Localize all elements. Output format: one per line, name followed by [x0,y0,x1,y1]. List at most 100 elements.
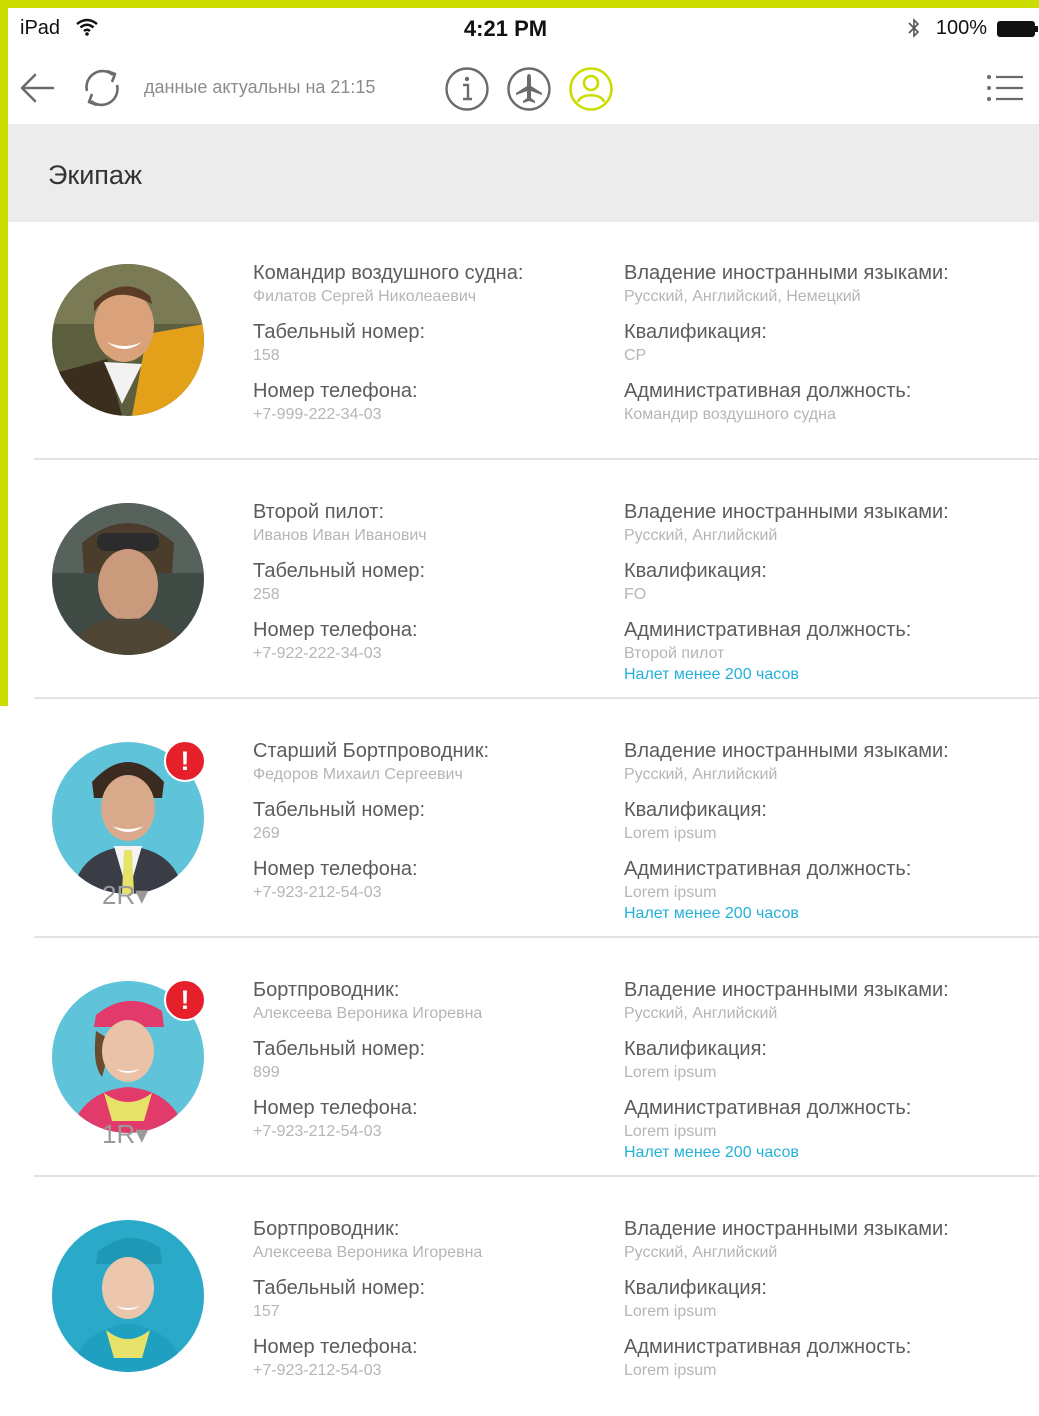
crew-info-left: Второй пилот: Иванов Иван Иванович Табел… [253,499,603,676]
crew-name: Алексеева Вероника Игоревна [253,1244,483,1261]
accent-frame-top [0,0,1039,8]
role-field: Бортпроводник: Алексеева Вероника Игорев… [253,977,603,1036]
role-label: Командир воздушного судна: [253,262,524,284]
phone-label: Номер телефона: [253,380,418,402]
languages-label: Владение иностранными языками: [624,740,949,762]
seat-dropdown[interactable]: 2R▾ [102,880,148,911]
position-field: Административная должность: Командир воз… [624,378,1034,437]
flight-hours-warning: Налет менее 200 часов [624,905,799,922]
languages-field: Владение иностранными языками: Русский, … [624,1216,1034,1275]
crew-person-icon[interactable] [568,66,614,112]
phone-label: Номер телефона: [253,858,418,880]
list-menu-icon[interactable] [984,70,1026,106]
crew-info-left: Командир воздушного судна: Филатов Серге… [253,260,603,437]
qualification-value: CP [624,347,647,364]
qualification-label: Квалификация: [624,321,767,343]
phone-value[interactable]: +7-923-212-54-03 [253,1121,603,1143]
languages-label: Владение иностранными языками: [624,979,949,1001]
qualification-label: Квалификация: [624,1038,767,1060]
phone-field: Номер телефона: +7-923-212-54-03 [253,1334,603,1393]
languages-value: Русский, Английский [624,1244,778,1261]
seat-dropdown[interactable]: 1R▾ [102,1119,148,1150]
employee-no-label: Табельный номер: [253,799,426,821]
languages-label: Владение иностранными языками: [624,501,949,523]
airplane-icon[interactable] [506,66,552,112]
phone-label: Номер телефона: [253,619,418,641]
position-label: Административная должность: [624,1097,912,1119]
crew-name: Филатов Сергей Николеаевич [253,288,477,305]
avatar[interactable] [52,503,204,655]
crew-name: Федоров Михаил Сергеевич [253,766,463,783]
phone-value[interactable]: +7-923-212-54-03 [253,882,603,904]
crew-info-right: Владение иностранными языками: Русский, … [624,260,1034,437]
position-label: Административная должность: [624,619,912,641]
position-label: Административная должность: [624,380,912,402]
qualification-field: Квалификация: Lorem ipsum [624,1036,1034,1095]
employee-no-field: Табельный номер: 158 [253,319,603,378]
languages-label: Владение иностранными языками: [624,262,949,284]
qualification-value: FO [624,586,647,603]
qualification-field: Квалификация: Lorem ipsum [624,797,1034,856]
languages-field: Владение иностранными языками: Русский, … [624,499,1034,558]
employee-no-value: 157 [253,1303,280,1320]
position-value: Lorem ipsum [624,884,717,901]
phone-value[interactable]: +7-923-212-54-03 [253,1360,603,1382]
toolbar: данные актуальны на 21:15 [8,50,1039,124]
avatar[interactable] [52,264,204,416]
back-arrow-icon[interactable] [16,66,60,110]
crew-card[interactable]: Бортпроводник: Алексеева Вероника Игорев… [8,1178,1039,1416]
employee-no-value: 899 [253,1064,280,1081]
avatar[interactable] [52,1220,204,1372]
refresh-icon[interactable] [78,64,126,112]
crew-card[interactable]: ! 2R▾ Старший Бортпроводник: Федоров Мих… [8,700,1039,938]
languages-value: Русский, Английский, Немецкий [624,288,861,305]
employee-no-value: 258 [253,586,280,603]
languages-field: Владение иностранными языками: Русский, … [624,977,1034,1036]
crew-info-right: Владение иностранными языками: Русский, … [624,1216,1034,1393]
employee-no-label: Табельный номер: [253,560,426,582]
alert-badge[interactable]: ! [164,979,206,1021]
qualification-value: Lorem ipsum [624,1303,717,1320]
employee-no-field: Табельный номер: 258 [253,558,603,617]
crew-info-left: Старший Бортпроводник: Федоров Михаил Се… [253,738,603,915]
position-field: Административная должность: Lorem ipsum [624,1334,1034,1393]
role-label: Старший Бортпроводник: [253,740,490,762]
alert-badge[interactable]: ! [164,740,206,782]
clock: 4:21 PM [463,16,548,41]
bluetooth-icon [907,17,921,44]
employee-no-field: Табельный номер: 157 [253,1275,603,1334]
crew-card[interactable]: Командир воздушного судна: Филатов Серге… [8,222,1039,460]
section-header: Экипаж [8,124,1039,222]
status-bar: iPad 4:21 PM 100% [8,8,1039,50]
qualification-label: Квалификация: [624,799,767,821]
employee-no-value: 158 [253,347,280,364]
position-label: Административная должность: [624,1336,912,1358]
languages-value: Русский, Английский [624,1005,778,1022]
crew-card[interactable]: ! 1R▾ Бортпроводник: Алексеева Вероника … [8,939,1039,1177]
qualification-value: Lorem ipsum [624,825,717,842]
phone-label: Номер телефона: [253,1097,418,1119]
flight-hours-warning: Налет менее 200 часов [624,1144,799,1161]
phone-field: Номер телефона: +7-922-222-34-03 [253,617,603,676]
info-icon[interactable] [444,66,490,112]
position-field: Административная должность: Lorem ipsum … [624,856,1034,922]
position-value: Lorem ipsum [624,1123,717,1140]
divider [34,458,1039,460]
crew-name: Иванов Иван Иванович [253,527,427,544]
qualification-label: Квалификация: [624,560,767,582]
qualification-label: Квалификация: [624,1277,767,1299]
employee-no-label: Табельный номер: [253,321,426,343]
divider [34,697,1039,699]
languages-value: Русский, Английский [624,766,778,783]
crew-card[interactable]: Второй пилот: Иванов Иван Иванович Табел… [8,461,1039,699]
section-title: Экипаж [48,160,142,190]
battery-percent: 100% [935,17,987,39]
phone-value[interactable]: +7-999-222-34-03 [253,404,603,426]
employee-no-field: Табельный номер: 269 [253,797,603,856]
phone-value[interactable]: +7-922-222-34-03 [253,643,603,665]
crew-name: Алексеева Вероника Игоревна [253,1005,483,1022]
crew-info-right: Владение иностранными языками: Русский, … [624,499,1034,683]
position-field: Административная должность: Lorem ipsum … [624,1095,1034,1161]
phone-field: Номер телефона: +7-923-212-54-03 [253,1095,603,1154]
role-label: Бортпроводник: [253,979,400,1001]
